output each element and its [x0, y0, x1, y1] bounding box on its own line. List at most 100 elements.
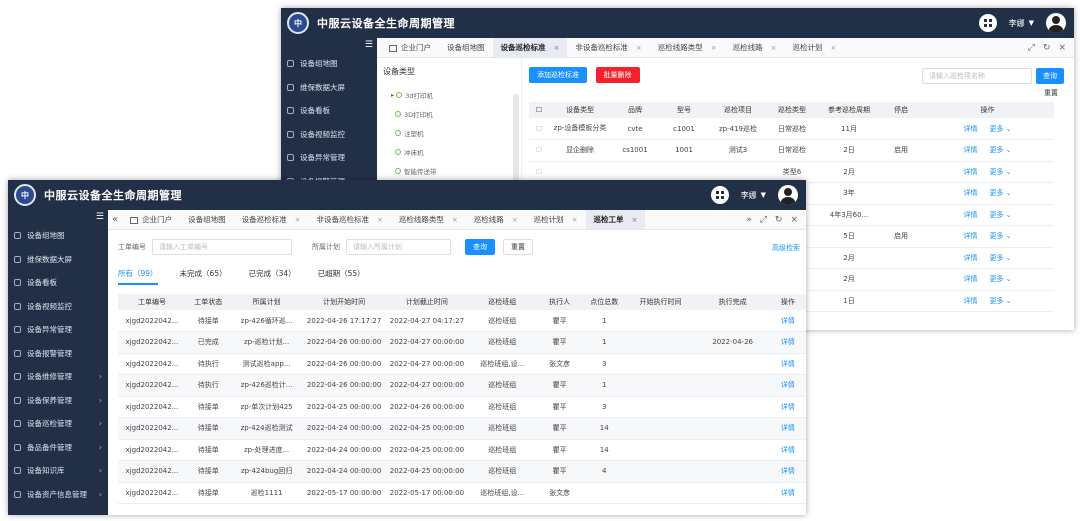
- row-checkbox[interactable]: ☐: [529, 139, 549, 162]
- add-standard-button[interactable]: 添加巡检标准: [529, 67, 587, 83]
- detail-link[interactable]: 详情: [963, 275, 977, 283]
- more-link[interactable]: 更多: [989, 297, 1003, 305]
- close-icon[interactable]: ×: [377, 216, 383, 224]
- close-icon[interactable]: ×: [636, 44, 642, 52]
- reset-button[interactable]: 重置: [503, 239, 533, 255]
- more-link[interactable]: 更多: [989, 125, 1003, 133]
- detail-link[interactable]: 详情: [781, 424, 795, 432]
- chevron-down-icon[interactable]: ⌄: [1003, 275, 1012, 283]
- tab-item[interactable]: 非设备巡检标准 ×: [567, 38, 649, 57]
- tab-item[interactable]: 非设备巡检标准 ×: [309, 210, 391, 229]
- sidebar-item[interactable]: 设备看板: [281, 99, 377, 123]
- detail-link[interactable]: 详情: [781, 489, 795, 497]
- close-all-icon[interactable]: ×: [790, 215, 798, 225]
- more-link[interactable]: 更多: [989, 189, 1003, 197]
- status-tab[interactable]: 未完成（65）: [180, 268, 227, 285]
- status-tab[interactable]: 已超期（55）: [318, 268, 365, 285]
- chevron-down-icon[interactable]: ⌄: [1003, 168, 1012, 176]
- caret-down-icon[interactable]: ▼: [1029, 19, 1034, 27]
- tree-node[interactable]: ▸ 3d打印机: [377, 85, 521, 104]
- detail-link[interactable]: 详情: [963, 254, 977, 262]
- more-link[interactable]: 更多: [989, 232, 1003, 240]
- chevron-down-icon[interactable]: ⌄: [1003, 189, 1012, 197]
- tab-item[interactable]: 巡检线路类型 ×: [650, 38, 725, 57]
- sidebar-item[interactable]: 设备异常管理: [8, 318, 108, 342]
- batch-delete-button[interactable]: 批量删除: [595, 67, 640, 83]
- more-link[interactable]: 更多: [989, 275, 1003, 283]
- user-name[interactable]: 李娜: [741, 190, 757, 201]
- menu-toggle-icon[interactable]: ☰: [8, 210, 108, 224]
- status-tab[interactable]: 已完成（34）: [249, 268, 296, 285]
- detail-link[interactable]: 详情: [781, 360, 795, 368]
- sidebar-item[interactable]: 设备看板: [8, 271, 108, 295]
- sidebar-item[interactable]: 设备报警管理: [8, 342, 108, 366]
- tab-item[interactable]: 巡检工单 ×: [585, 210, 646, 229]
- close-all-icon[interactable]: ×: [1058, 43, 1066, 53]
- query-button[interactable]: 查询: [465, 239, 495, 255]
- detail-link[interactable]: 详情: [781, 338, 795, 346]
- tabs-scroll-right-icon[interactable]: »: [746, 215, 752, 225]
- close-icon[interactable]: ×: [632, 216, 638, 224]
- detail-link[interactable]: 详情: [781, 467, 795, 475]
- tab-item[interactable]: 巡检计划 ×: [526, 210, 586, 229]
- refresh-icon[interactable]: ↻: [1043, 43, 1051, 53]
- sidebar-item[interactable]: 设备知识库 ›: [8, 459, 108, 483]
- tree-node[interactable]: 注塑机: [377, 123, 521, 142]
- tab-item[interactable]: 巡检线路 ×: [725, 38, 785, 57]
- close-icon[interactable]: ×: [512, 216, 518, 224]
- sidebar-item[interactable]: 设备组地图: [8, 224, 108, 248]
- back-query-button[interactable]: 查询: [1036, 68, 1064, 84]
- back-reset-button[interactable]: 重置: [1044, 88, 1058, 98]
- sidebar-item[interactable]: 备品备件管理 ›: [8, 436, 108, 460]
- inspection-item-search-input[interactable]: 请输入巡检项名称: [922, 68, 1032, 84]
- chevron-down-icon[interactable]: ⌄: [1003, 211, 1012, 219]
- status-tab[interactable]: 所有（99）: [118, 268, 158, 285]
- detail-link[interactable]: 详情: [963, 125, 977, 133]
- chevron-down-icon[interactable]: ⌄: [1003, 146, 1012, 154]
- tree-node[interactable]: 智能传送带: [377, 161, 521, 180]
- sidebar-item[interactable]: 设备保养管理 ›: [8, 389, 108, 413]
- detail-link[interactable]: 详情: [963, 168, 977, 176]
- row-checkbox[interactable]: ☐: [529, 118, 549, 140]
- sidebar-item[interactable]: 维保数据大屏: [8, 248, 108, 272]
- user-name[interactable]: 李娜: [1009, 18, 1025, 29]
- tab-item[interactable]: 企业门户: [122, 210, 180, 229]
- chevron-down-icon[interactable]: ⌄: [1003, 254, 1012, 262]
- detail-link[interactable]: 详情: [963, 146, 977, 154]
- tab-item[interactable]: 企业门户: [381, 38, 439, 57]
- close-icon[interactable]: ×: [711, 44, 717, 52]
- detail-link[interactable]: 详情: [963, 211, 977, 219]
- tab-item[interactable]: 巡检计划 ×: [785, 38, 845, 57]
- close-icon[interactable]: ×: [572, 216, 578, 224]
- apps-grid-icon[interactable]: [978, 14, 997, 32]
- tree-expand-icon[interactable]: ▸: [391, 91, 394, 99]
- more-link[interactable]: 更多: [989, 211, 1003, 219]
- more-link[interactable]: 更多: [989, 168, 1003, 176]
- detail-link[interactable]: 详情: [963, 232, 977, 240]
- more-link[interactable]: 更多: [989, 254, 1003, 262]
- sidebar-item[interactable]: 设备视频监控: [281, 123, 377, 147]
- menu-toggle-icon[interactable]: ☰: [281, 38, 377, 52]
- tab-item[interactable]: 设备组地图: [439, 38, 493, 57]
- close-icon[interactable]: ×: [771, 44, 777, 52]
- plan-input[interactable]: 请输入所属计划: [346, 239, 451, 255]
- tab-item[interactable]: 巡检线路 ×: [466, 210, 526, 229]
- sidebar-item[interactable]: 设备异常管理: [281, 146, 377, 170]
- detail-link[interactable]: 详情: [781, 403, 795, 411]
- chevron-down-icon[interactable]: ⌄: [1003, 125, 1012, 133]
- tabs-scroll-left-icon[interactable]: «: [108, 214, 122, 225]
- close-icon[interactable]: ×: [554, 44, 560, 52]
- detail-link[interactable]: 详情: [963, 189, 977, 197]
- sidebar-item[interactable]: 设备资产信息管理 ›: [8, 483, 108, 507]
- tab-item[interactable]: 巡检线路类型 ×: [391, 210, 466, 229]
- close-icon[interactable]: ×: [831, 44, 837, 52]
- tree-node[interactable]: 3D打印机: [377, 104, 521, 123]
- expand-icon[interactable]: ⤢: [760, 215, 767, 225]
- expand-icon[interactable]: ⤢: [1028, 43, 1035, 53]
- detail-link[interactable]: 详情: [781, 446, 795, 454]
- sidebar-item[interactable]: 维保数据大屏: [281, 76, 377, 100]
- detail-link[interactable]: 详情: [963, 297, 977, 305]
- tab-item[interactable]: 设备组地图: [180, 210, 234, 229]
- caret-down-icon[interactable]: ▼: [761, 191, 766, 199]
- apps-grid-icon[interactable]: [710, 186, 729, 204]
